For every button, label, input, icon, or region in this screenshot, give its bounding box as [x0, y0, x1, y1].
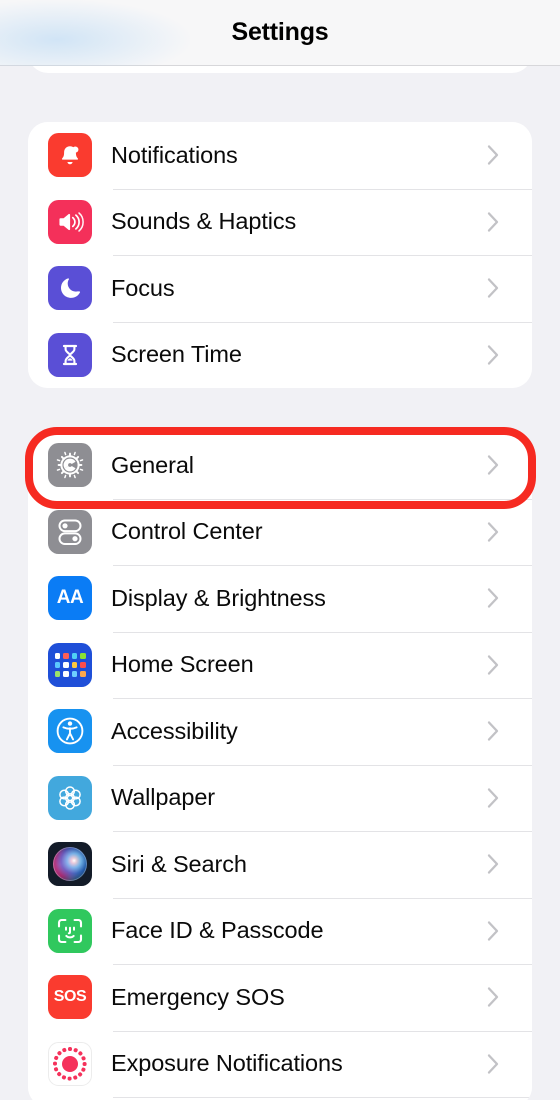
speaker-waves-icon [48, 199, 92, 244]
chevron-right-icon [487, 277, 500, 299]
exposure-dot-ring [53, 1046, 87, 1081]
face-id-icon [48, 908, 92, 953]
page-title: Settings [231, 18, 329, 46]
settings-row-sounds-haptics[interactable]: Sounds & Haptics [28, 188, 532, 255]
notifications-bell-icon [48, 133, 92, 178]
siri-orb-ring [53, 847, 87, 882]
exposure-center-dot [62, 1055, 78, 1072]
settings-row-emergency-sos[interactable]: SOS Emergency SOS [28, 964, 532, 1031]
navigation-bar: Settings [0, 0, 560, 66]
chevron-right-icon [487, 587, 500, 609]
chevron-right-icon [487, 787, 500, 809]
settings-row-focus[interactable]: Focus [28, 255, 532, 322]
settings-row-label: Display & Brightness [111, 584, 326, 611]
settings-row-notifications[interactable]: Notifications [28, 122, 532, 189]
chevron-right-icon [487, 986, 500, 1008]
home-screen-grid-icon [48, 642, 92, 687]
settings-row-label: Wallpaper [111, 784, 216, 811]
wallpaper-flower-icon [48, 775, 92, 820]
settings-row-control-center[interactable]: Control Center [28, 498, 532, 565]
chevron-right-icon [487, 853, 500, 875]
settings-screen: Settings Notifications Sounds & Haptics … [0, 0, 560, 1100]
display-aa-icon: AA [48, 576, 92, 621]
settings-row-wallpaper[interactable]: Wallpaper [28, 764, 532, 831]
chevron-right-icon [487, 211, 500, 233]
chevron-right-icon [487, 344, 500, 366]
settings-row-label: General [111, 451, 194, 478]
sos-icon: SOS [48, 975, 92, 1020]
display-aa-glyph: AA [56, 587, 84, 609]
settings-row-label: Screen Time [111, 341, 242, 368]
settings-row-general[interactable]: General [28, 432, 532, 499]
settings-row-exposure-notifications[interactable]: Exposure Notifications [28, 1030, 532, 1097]
chevron-right-icon [487, 654, 500, 676]
toggles-icon [48, 509, 92, 554]
settings-row-label: Notifications [111, 141, 238, 168]
settings-row-label: Emergency SOS [111, 983, 285, 1010]
settings-row-label: Focus [111, 274, 175, 301]
chevron-right-icon [487, 720, 500, 742]
settings-row-label: Sounds & Haptics [111, 208, 297, 235]
chevron-right-icon [487, 1053, 500, 1075]
settings-row-label: Face ID & Passcode [111, 917, 324, 944]
chevron-right-icon [487, 144, 500, 166]
settings-row-display-brightness[interactable]: AA Display & Brightness [28, 565, 532, 632]
settings-row-home-screen[interactable]: Home Screen [28, 631, 532, 698]
settings-row-accessibility[interactable]: Accessibility [28, 698, 532, 765]
settings-row-label: Control Center [111, 518, 263, 545]
exposure-notifications-icon [48, 1041, 92, 1086]
chevron-right-icon [487, 454, 500, 476]
chevron-right-icon [487, 521, 500, 543]
settings-row-label: Exposure Notifications [111, 1050, 343, 1077]
alerts-group-card: Notifications Sounds & Haptics Focus Scr… [28, 122, 532, 388]
siri-orb-icon [48, 842, 92, 887]
settings-row-label: Accessibility [111, 717, 238, 744]
settings-row-label: Home Screen [111, 651, 254, 678]
sos-glyph: SOS [53, 988, 87, 1006]
settings-row-label: Siri & Search [111, 850, 247, 877]
hourglass-icon [48, 332, 92, 377]
settings-row-face-id-passcode[interactable]: Face ID & Passcode [28, 897, 532, 964]
settings-row-siri-search[interactable]: Siri & Search [28, 831, 532, 898]
home-screen-app-grid [54, 652, 86, 677]
system-group-card: General Control Center AA Display & Brig… [28, 432, 532, 1100]
accessibility-person-icon [48, 709, 92, 754]
settings-row-screen-time[interactable]: Screen Time [28, 321, 532, 388]
gear-icon [48, 443, 92, 488]
moon-icon [48, 266, 92, 311]
chevron-right-icon [487, 920, 500, 942]
